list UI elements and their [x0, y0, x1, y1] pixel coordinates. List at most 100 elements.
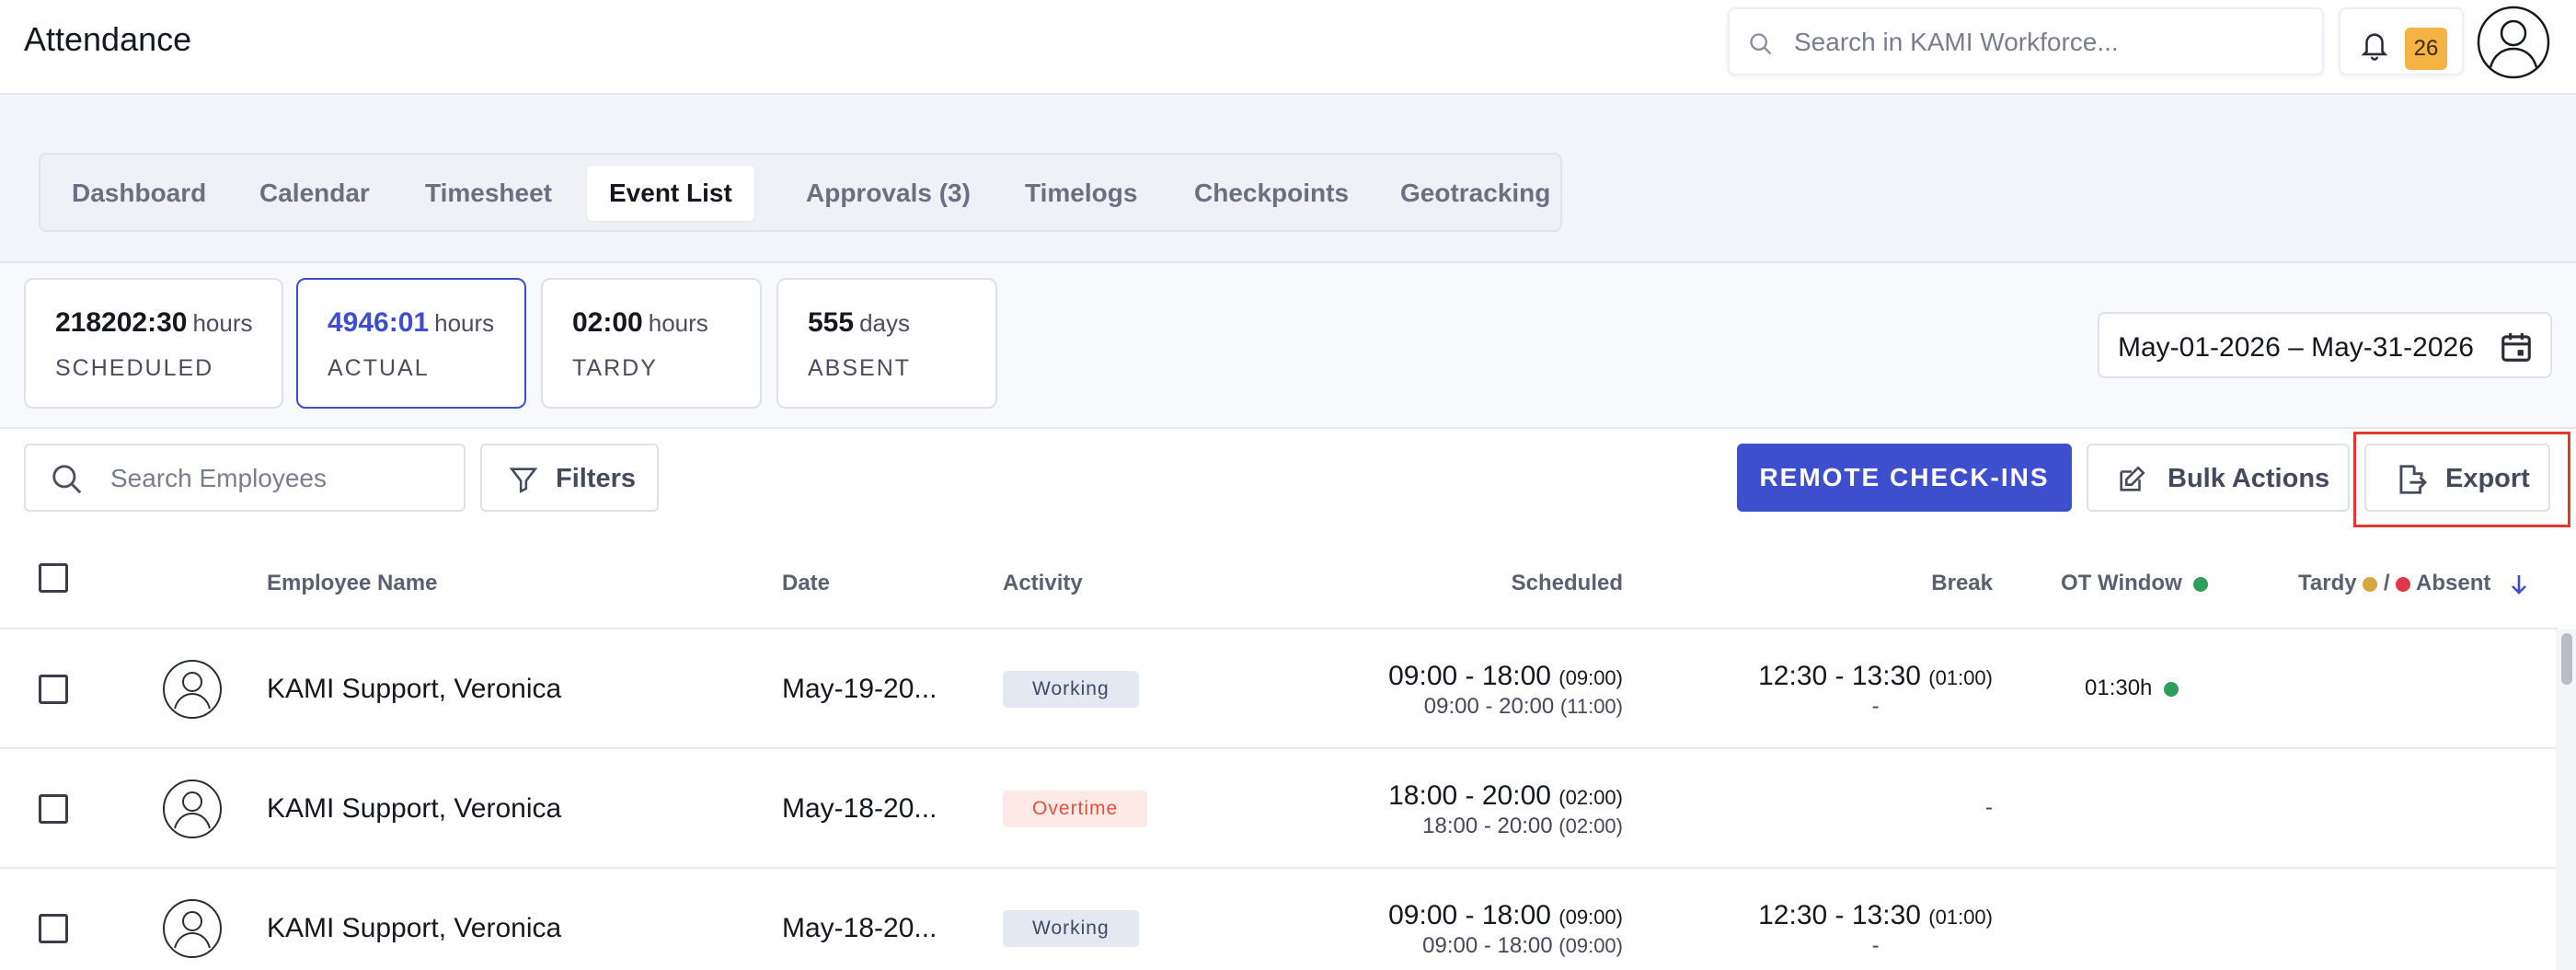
- summary-unit: hours: [192, 309, 253, 337]
- row-date: May-18-20...: [782, 793, 937, 824]
- bell-icon: [2361, 33, 2388, 61]
- top-bar: Attendance 26: [0, 0, 2576, 95]
- activity-badge: Working: [1003, 671, 1139, 708]
- tardy-label: Tardy: [2298, 571, 2357, 595]
- remote-checkins-button[interactable]: REMOTE CHECK-INS: [1737, 444, 2072, 512]
- column-break[interactable]: Break: [1931, 571, 1993, 596]
- table-row[interactable]: KAMI Support, Veronica May-18-20... Work…: [0, 869, 2558, 970]
- scheduled-duration: (09:00): [1558, 906, 1623, 929]
- tardy-status-dot: [2363, 576, 2378, 592]
- global-search-box[interactable]: [1728, 7, 2324, 75]
- sort-arrow-down-icon[interactable]: [2508, 572, 2530, 596]
- summary-value: 218202:30 hours: [55, 307, 253, 339]
- tabs-band: Dashboard Calendar Timesheet Event List …: [0, 95, 2576, 263]
- ot-window-value: 01:30h: [2085, 676, 2153, 700]
- row-checkbox[interactable]: [39, 675, 68, 704]
- summary-value: 555 days: [808, 307, 910, 339]
- summary-number: 555: [808, 307, 855, 338]
- scheduled-time: 18:00 - 20:00: [1388, 780, 1551, 811]
- column-activity[interactable]: Activity: [1003, 571, 1083, 596]
- user-avatar-icon[interactable]: [2477, 6, 2550, 79]
- scheduled-time: 09:00 - 18:00: [1388, 661, 1551, 691]
- actual-time: 18:00 - 20:00: [1422, 814, 1553, 838]
- tab-calendar[interactable]: Calendar: [237, 166, 392, 221]
- attendance-tabs: Dashboard Calendar Timesheet Event List …: [39, 153, 1562, 232]
- summary-number: 218202:30: [55, 307, 188, 338]
- activity-badge: Working: [1003, 910, 1139, 947]
- table-row[interactable]: KAMI Support, Veronica May-18-20... Over…: [0, 749, 2558, 869]
- column-ot-window[interactable]: OT Window: [2061, 571, 2209, 596]
- summary-unit: days: [859, 309, 910, 337]
- row-checkbox[interactable]: [39, 914, 68, 943]
- break-duration: (01:00): [1928, 666, 1993, 689]
- break-time: 12:30 - 13:30: [1758, 900, 1921, 930]
- calendar-icon: [2501, 332, 2531, 362]
- scheduled-cell: 18:00 - 20:00 (02:00) 18:00 - 20:00 (02:…: [1388, 780, 1623, 839]
- summary-card-absent[interactable]: 555 days ABSENT: [776, 278, 997, 409]
- scheduled-time: 09:00 - 18:00: [1388, 900, 1551, 930]
- filters-button[interactable]: Filters: [480, 444, 659, 512]
- table-scrollbar-thumb[interactable]: [2561, 633, 2572, 685]
- break-actual: -: [1985, 795, 1993, 820]
- summary-number: 4946:01: [328, 307, 430, 338]
- column-tardy-absent[interactable]: Tardy / Absent: [2298, 571, 2530, 596]
- summary-strip: 218202:30 hours SCHEDULED 4946:01 hours AC…: [0, 263, 2576, 429]
- filter-icon: [509, 468, 538, 493]
- actual-time: 09:00 - 20:00: [1423, 694, 1555, 719]
- scheduled-duration: (09:00): [1558, 666, 1623, 689]
- summary-unit: hours: [648, 309, 708, 337]
- date-range-picker[interactable]: May-01-2026 – May-31-2026: [2098, 312, 2552, 378]
- summary-number: 02:00: [572, 307, 643, 338]
- notification-count-badge: 26: [2405, 28, 2447, 70]
- ot-status-dot: [2193, 576, 2209, 592]
- summary-unit: hours: [434, 309, 495, 337]
- summary-card-tardy[interactable]: 02:00 hours TARDY: [541, 278, 762, 409]
- bulk-actions-button[interactable]: Bulk Actions: [2087, 444, 2350, 512]
- column-date[interactable]: Date: [782, 571, 830, 596]
- employee-search-input[interactable]: [110, 458, 451, 499]
- ot-status-dot: [2164, 681, 2179, 697]
- break-duration: (01:00): [1928, 906, 1993, 929]
- edit-icon: [2120, 466, 2145, 491]
- employee-name[interactable]: KAMI Support, Veronica: [267, 913, 561, 944]
- employee-avatar-icon: [163, 779, 222, 838]
- tab-geotracking[interactable]: Geotracking: [1378, 166, 1572, 221]
- notifications-button[interactable]: 26: [2339, 7, 2464, 75]
- activity-badge: Overtime: [1003, 791, 1148, 827]
- break-actual: -: [1871, 933, 1880, 958]
- employee-name[interactable]: KAMI Support, Veronica: [267, 793, 561, 825]
- break-cell: 12:30 - 13:30 (01:00) -: [1758, 900, 1993, 959]
- employee-avatar-icon: [163, 660, 222, 719]
- global-search-input[interactable]: [1794, 22, 2309, 63]
- employee-search-box[interactable]: [24, 444, 466, 512]
- employee-name[interactable]: KAMI Support, Veronica: [267, 674, 561, 705]
- page-title: Attendance: [24, 20, 192, 58]
- tab-timelogs[interactable]: Timelogs: [1003, 166, 1159, 221]
- separator-label: /: [2383, 571, 2390, 595]
- column-scheduled[interactable]: Scheduled: [1512, 571, 1623, 596]
- table-row[interactable]: KAMI Support, Veronica May-19-20... Work…: [0, 629, 2558, 749]
- absent-status-dot: [2396, 576, 2411, 592]
- tab-approvals[interactable]: Approvals (3): [784, 166, 993, 221]
- column-employee-name[interactable]: Employee Name: [267, 571, 437, 596]
- row-checkbox[interactable]: [39, 794, 68, 824]
- export-highlight-box: [2353, 432, 2570, 527]
- summary-label: ACTUAL: [328, 355, 430, 381]
- row-date: May-18-20...: [782, 913, 937, 943]
- scheduled-duration: (02:00): [1558, 786, 1623, 809]
- break-time: 12:30 - 13:30: [1758, 661, 1921, 691]
- break-cell: -: [1985, 793, 1993, 821]
- tab-dashboard[interactable]: Dashboard: [50, 166, 228, 221]
- tab-timesheet[interactable]: Timesheet: [403, 166, 574, 221]
- tab-checkpoints[interactable]: Checkpoints: [1172, 166, 1371, 221]
- table-header: Employee Name Date Activity Scheduled Br…: [0, 543, 2558, 629]
- select-all-checkbox[interactable]: [39, 563, 68, 593]
- employee-avatar-icon: [163, 899, 222, 958]
- scheduled-cell: 09:00 - 18:00 (09:00) 09:00 - 20:00 (11:…: [1388, 661, 1623, 720]
- summary-card-actual[interactable]: 4946:01 hours ACTUAL: [296, 278, 526, 409]
- ot-window-label: OT Window: [2061, 571, 2182, 595]
- summary-card-scheduled[interactable]: 218202:30 hours SCHEDULED: [24, 278, 283, 409]
- actual-duration: (11:00): [1559, 695, 1623, 718]
- actual-time: 09:00 - 18:00: [1422, 933, 1553, 958]
- tab-event-list[interactable]: Event List: [587, 166, 754, 221]
